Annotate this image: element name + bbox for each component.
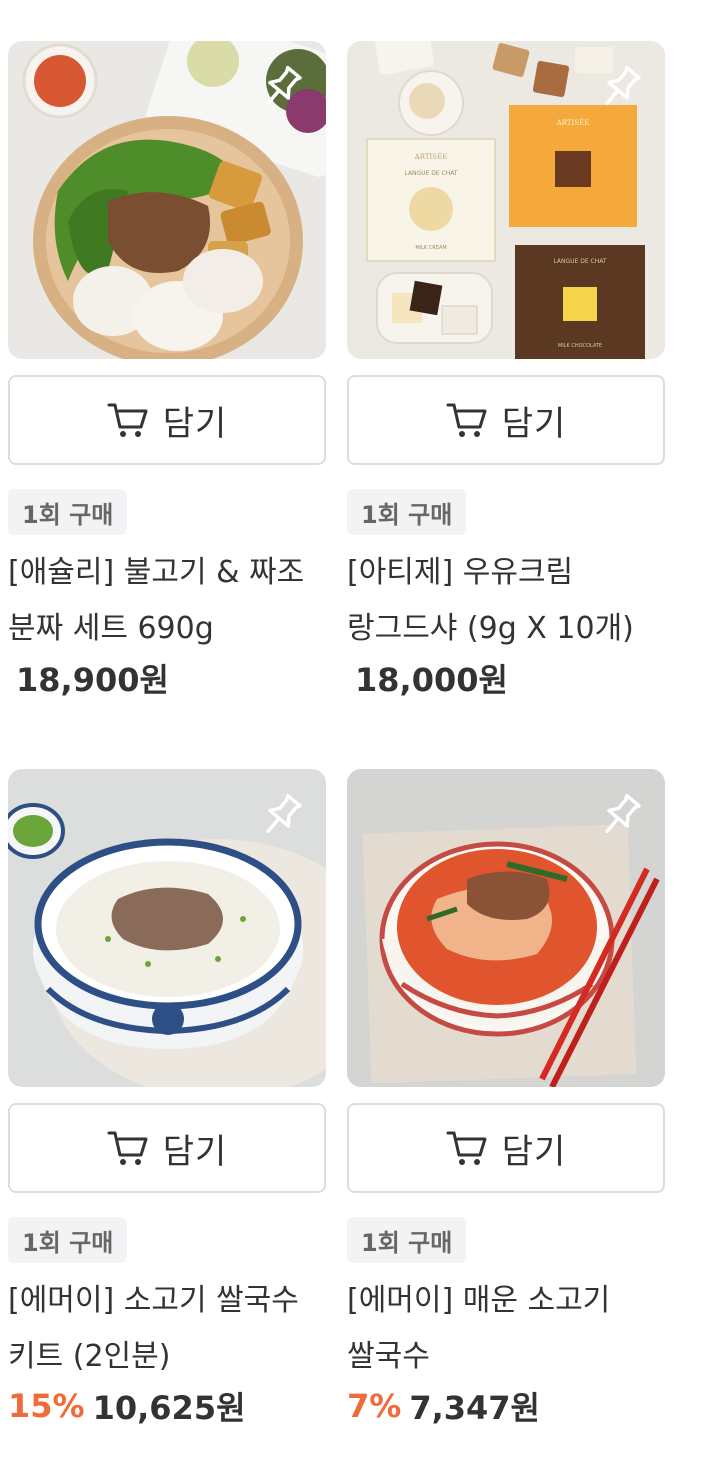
price: 18,000원 — [355, 661, 508, 699]
product-name[interactable]: [에머이] 소고기 쌀국수 키트 (2인분) — [8, 1273, 338, 1385]
add-to-cart-button[interactable]: 담기 — [8, 375, 326, 465]
product-name[interactable]: [애슐리] 불고기 & 짜조 분짜 세트 690g — [8, 545, 338, 657]
product-card[interactable]: ARTISÉE LANGUE DE CHAT MILK CREAM ARTISÉ… — [347, 41, 665, 699]
pin-icon[interactable] — [256, 63, 306, 113]
package-brand-text: ARTISÉE — [556, 118, 590, 127]
add-to-cart-label: 담기 — [162, 403, 228, 444]
product-image[interactable] — [8, 41, 326, 359]
package-title-text: LANGUE DE CHAT — [553, 258, 606, 265]
pin-icon[interactable] — [256, 791, 306, 841]
price: 10,625원 — [92, 1389, 246, 1427]
cart-icon — [446, 403, 487, 437]
price: 18,900원 — [16, 661, 169, 699]
discount-rate: 7% — [347, 1387, 402, 1425]
package-brand-text: ARTISÉE — [414, 152, 448, 161]
product-card[interactable]: 담기 1회 구매 [애슐리] 불고기 & 짜조 분짜 세트 690g 18,90… — [8, 41, 326, 699]
price: 7,347원 — [409, 1389, 540, 1427]
add-to-cart-label: 담기 — [501, 403, 567, 444]
product-name[interactable]: [아티제] 우유크림 랑그드샤 (9g X 10개) — [347, 545, 677, 657]
product-image[interactable] — [347, 769, 665, 1087]
product-image[interactable] — [8, 769, 326, 1087]
purchase-count-badge: 1회 구매 — [8, 1217, 128, 1263]
package-title-text: LANGUE DE CHAT — [404, 170, 457, 177]
product-card[interactable]: 담기 1회 구매 [에머이] 매운 소고기 쌀국수 7% 7,347원 — [347, 769, 665, 1427]
pin-icon[interactable] — [595, 63, 645, 113]
add-to-cart-label: 담기 — [162, 1131, 228, 1172]
purchase-count-badge: 1회 구매 — [347, 1217, 467, 1263]
price-row: 18,900원 — [8, 653, 169, 703]
product-image[interactable]: ARTISÉE LANGUE DE CHAT MILK CREAM ARTISÉ… — [347, 41, 665, 359]
product-grid: 담기 1회 구매 [애슐리] 불고기 & 짜조 분짜 세트 690g 18,90… — [0, 0, 706, 1467]
pin-icon[interactable] — [595, 791, 645, 841]
cart-icon — [107, 1131, 148, 1165]
add-to-cart-button[interactable]: 담기 — [347, 1103, 665, 1193]
add-to-cart-label: 담기 — [501, 1131, 567, 1172]
discount-rate: 15% — [8, 1387, 85, 1425]
cart-icon — [107, 403, 148, 437]
package-subtitle-text: MILK CHOCOLATE — [558, 343, 602, 349]
purchase-count-badge: 1회 구매 — [8, 489, 128, 535]
product-name[interactable]: [에머이] 매운 소고기 쌀국수 — [347, 1273, 677, 1385]
package-subtitle-text: MILK CREAM — [415, 245, 446, 251]
add-to-cart-button[interactable]: 담기 — [347, 375, 665, 465]
add-to-cart-button[interactable]: 담기 — [8, 1103, 326, 1193]
cart-icon — [446, 1131, 487, 1165]
price-row: 7% 7,347원 — [347, 1381, 540, 1431]
purchase-count-badge: 1회 구매 — [347, 489, 467, 535]
price-row: 18,000원 — [347, 653, 508, 703]
product-card[interactable]: 담기 1회 구매 [에머이] 소고기 쌀국수 키트 (2인분) 15% 10,6… — [8, 769, 326, 1427]
price-row: 15% 10,625원 — [8, 1381, 246, 1431]
